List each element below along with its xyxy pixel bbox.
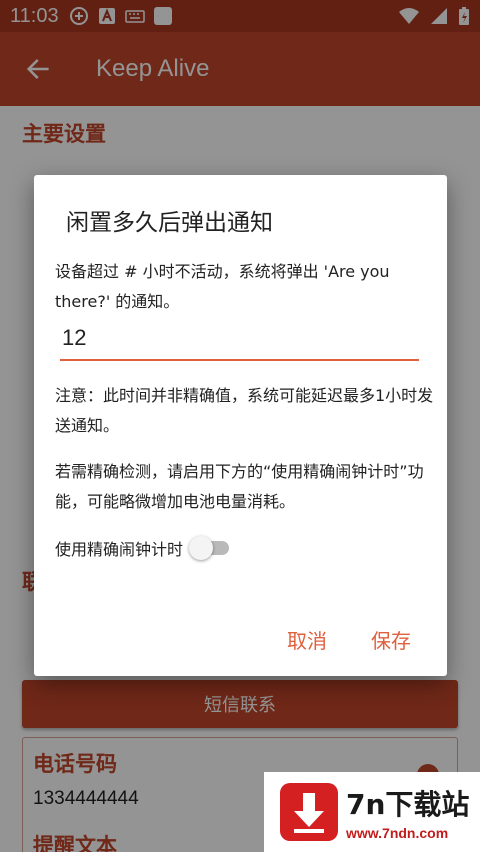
download-logo-icon	[280, 783, 338, 841]
toggle-thumb	[189, 536, 214, 560]
dialog-title: 闲置多久后弹出通知	[66, 210, 273, 236]
watermark: 7n下载站 www.7ndn.com	[264, 772, 480, 852]
save-button[interactable]: 保存	[371, 625, 411, 654]
hours-input-underline	[60, 359, 419, 361]
dialog-precise-hint: 若需精确检测，请启用下方的“使用精确闹钟计时”功能，可能略微增加电池电量消耗。	[55, 462, 424, 511]
dialog-message: 设备超过 # 小时不活动，系统将弹出 'Are you there?' 的通知。	[55, 262, 390, 311]
precise-alarm-toggle[interactable]	[189, 536, 230, 560]
watermark-name: 7n下载站	[346, 788, 470, 821]
hours-input[interactable]: 12	[62, 325, 86, 351]
watermark-text: 7n下载站 www.7ndn.com	[346, 783, 469, 841]
dialog-actions: 取消 保存	[287, 625, 411, 654]
precise-alarm-row: 使用精确闹钟计时	[55, 536, 230, 560]
cancel-button[interactable]: 取消	[287, 625, 327, 654]
watermark-url: www.7ndn.com	[346, 825, 449, 841]
dialog-note: 注意：此时间并非精确值，系统可能延迟最多1小时发送通知。	[55, 386, 434, 435]
idle-timeout-dialog: 闲置多久后弹出通知 设备超过 # 小时不活动，系统将弹出 'Are you th…	[34, 175, 447, 676]
precise-alarm-label: 使用精确闹钟计时	[55, 540, 184, 559]
